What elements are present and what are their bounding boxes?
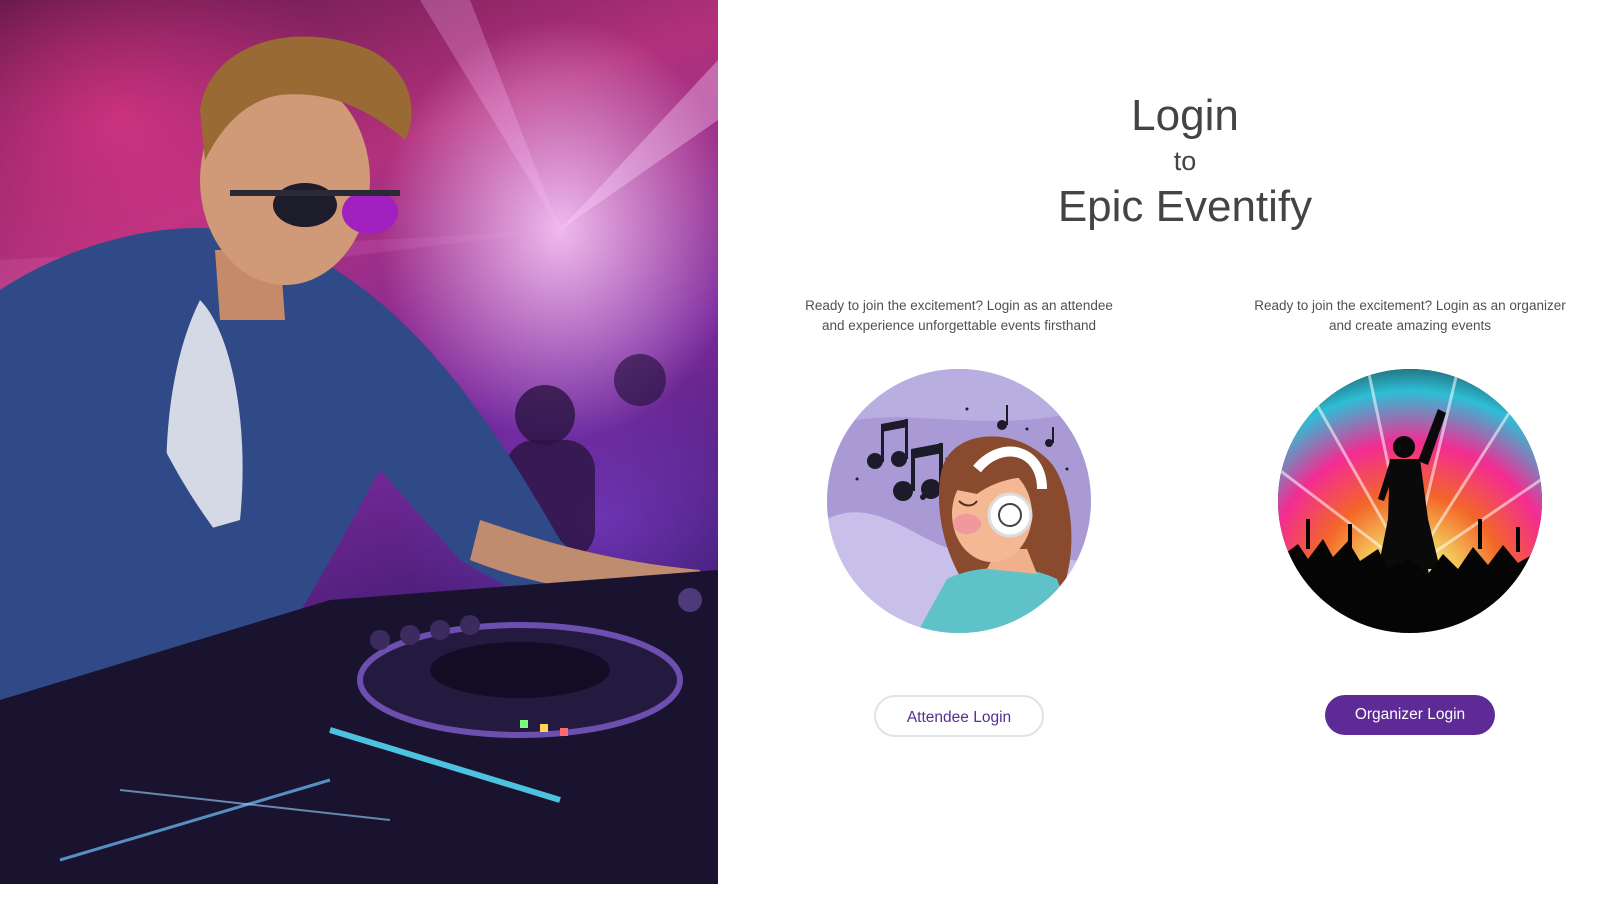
organizer-login-button[interactable]: Organizer Login (1325, 695, 1495, 735)
organizer-card: Ready to join the excitement? Login as a… (1245, 296, 1575, 735)
organizer-description: Ready to join the excitement? Login as a… (1254, 298, 1566, 333)
attendee-login-button[interactable]: Attendee Login (874, 695, 1044, 737)
organizer-illustration (1278, 369, 1542, 633)
title-app-name: Epic Eventify (1057, 182, 1313, 231)
title-to: to (1173, 146, 1197, 176)
login-panel: Login to Epic Eventify Ready to join the… (718, 0, 1612, 909)
attendee-illustration (827, 369, 1091, 633)
attendee-description: Ready to join the excitement? Login as a… (805, 298, 1113, 333)
page-title: Login to Epic Eventify (1058, 88, 1312, 236)
hero-image (0, 0, 718, 884)
attendee-card: Ready to join the excitement? Login as a… (794, 296, 1124, 737)
title-login: Login (1131, 91, 1239, 140)
